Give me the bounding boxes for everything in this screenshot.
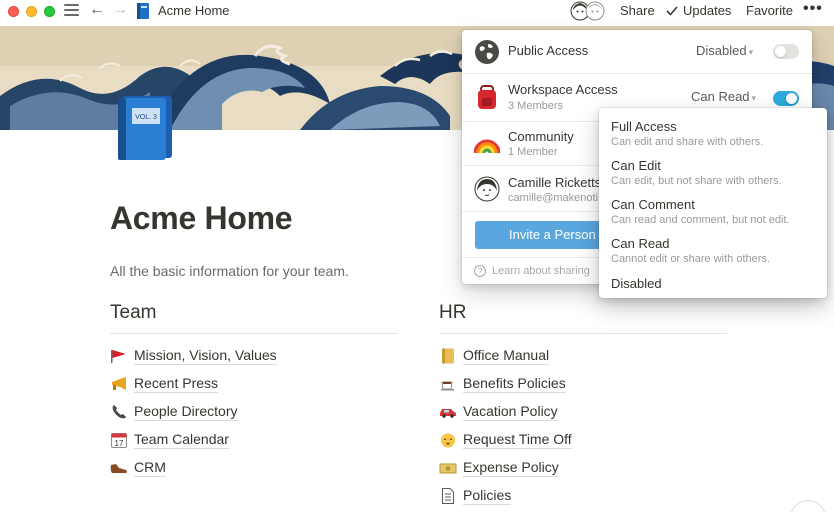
permission-option-description: Can edit, but not share with others.: [611, 175, 782, 187]
sidebar-menu-icon[interactable]: [64, 4, 79, 17]
permission-option-description: Cannot edit or share with others.: [611, 253, 770, 265]
page-link-label[interactable]: People Directory: [134, 403, 238, 421]
breadcrumb-title[interactable]: Acme Home: [158, 3, 230, 18]
hr-column: HR Office Manual Benefits Policies Vacat…: [439, 302, 729, 510]
permission-option-title: Can Edit: [611, 158, 661, 173]
permission-option-can-edit[interactable]: Can Edit Can edit, but not share with ot…: [611, 158, 821, 187]
list-item[interactable]: Expense Policy: [439, 454, 729, 482]
calendar-icon: 17: [110, 431, 128, 449]
favorite-button[interactable]: Favorite: [746, 3, 793, 18]
list-item[interactable]: Mission, Vision, Values: [110, 342, 400, 370]
car-icon: [439, 403, 457, 421]
permission-dropdown-menu: Full Access Can edit and share with othe…: [599, 108, 827, 298]
page-link-label[interactable]: Request Time Off: [463, 431, 572, 449]
public-access-label: Public Access: [508, 43, 589, 58]
public-access-value: Disabled: [696, 43, 747, 58]
help-floating-button[interactable]: [790, 500, 826, 512]
team-column: Team Mission, Vision, Values Recent Pres…: [110, 302, 400, 482]
globe-icon: [475, 40, 499, 64]
permission-option-can-comment[interactable]: Can Comment Can read and comment, but no…: [611, 197, 821, 226]
team-heading[interactable]: Team: [110, 302, 398, 334]
permission-option-title: Disabled: [611, 276, 662, 291]
money-icon: [439, 459, 457, 477]
workspace-members-count: 3 Members: [508, 100, 564, 112]
public-access-row[interactable]: Public Access Disabled ▾: [462, 30, 812, 74]
learn-about-sharing-label: Learn about sharing: [492, 265, 590, 277]
page-link-label[interactable]: CRM: [134, 459, 166, 477]
community-label: Community: [508, 129, 574, 144]
list-item[interactable]: People Directory: [110, 398, 400, 426]
list-item[interactable]: Policies: [439, 482, 729, 510]
forward-arrow-icon[interactable]: →: [112, 1, 128, 19]
chevron-down-icon: ▾: [748, 47, 754, 57]
list-item[interactable]: Vacation Policy: [439, 398, 729, 426]
page-link-label[interactable]: Expense Policy: [463, 459, 559, 477]
backpack-icon: [478, 85, 496, 109]
book-label-text: VOL. 3: [135, 114, 157, 121]
list-item[interactable]: Recent Press: [110, 370, 400, 398]
document-icon: [439, 487, 457, 505]
page-link-label[interactable]: Benefits Policies: [463, 375, 566, 393]
workspace-access-toggle[interactable]: [773, 91, 799, 106]
page-title[interactable]: Acme Home: [110, 200, 293, 237]
permission-option-title: Can Read: [611, 236, 670, 251]
page-link-label[interactable]: Policies: [463, 487, 512, 505]
member-name: Camille Ricketts: [508, 175, 602, 190]
public-access-dropdown[interactable]: Disabled ▾: [696, 43, 753, 58]
page-description[interactable]: All the basic information for your team.: [110, 263, 349, 279]
permission-option-title: Can Comment: [611, 197, 695, 212]
rainbow-icon: [474, 139, 500, 154]
top-bar: ← → Acme Home Share Updates Favorite •••: [0, 0, 834, 22]
page-link-label[interactable]: Office Manual: [463, 347, 550, 365]
page-link-label[interactable]: Team Calendar: [134, 431, 229, 449]
shoe-icon: [110, 459, 128, 477]
calendar-day-number: 17: [115, 439, 124, 448]
workspace-access-value: Can Read: [691, 89, 750, 104]
checkmark-icon: [666, 5, 678, 16]
back-arrow-icon[interactable]: ←: [89, 1, 105, 19]
page-link-label[interactable]: Recent Press: [134, 375, 219, 393]
notebook-icon: [439, 347, 457, 365]
member-email: camille@makenoti: [508, 192, 599, 204]
updates-label: Updates: [683, 3, 732, 18]
chevron-down-icon: ▾: [751, 93, 757, 103]
list-item[interactable]: Office Manual: [439, 342, 729, 370]
permission-option-description: Can edit and share with others.: [611, 136, 764, 148]
breadcrumb-book-icon: [137, 3, 149, 19]
updates-button[interactable]: Updates: [666, 3, 731, 18]
maximize-window-button[interactable]: [44, 6, 55, 17]
sleepy-face-icon: [439, 431, 457, 449]
workspace-access-dropdown[interactable]: Can Read ▾: [691, 89, 756, 104]
minimize-window-button[interactable]: [26, 6, 37, 17]
more-options-icon[interactable]: •••: [803, 0, 823, 18]
collaborator-avatars[interactable]: [570, 1, 606, 21]
list-item[interactable]: 17 Team Calendar: [110, 426, 400, 454]
share-button[interactable]: Share: [620, 3, 655, 18]
avatar: [474, 176, 500, 202]
community-members-count: 1 Member: [508, 146, 558, 158]
red-flag-icon: [110, 347, 128, 365]
close-window-button[interactable]: [8, 6, 19, 17]
help-icon: ?: [474, 265, 486, 277]
page-link-label[interactable]: Mission, Vision, Values: [134, 347, 277, 365]
page-link-label[interactable]: Vacation Policy: [463, 403, 558, 421]
coffee-icon: [439, 375, 457, 393]
list-item[interactable]: CRM: [110, 454, 400, 482]
permission-option-disabled[interactable]: Disabled: [611, 276, 821, 291]
permission-option-description: Can read and comment, but not edit.: [611, 214, 790, 226]
megaphone-icon: [110, 375, 128, 393]
workspace-access-label: Workspace Access: [508, 82, 618, 97]
list-item[interactable]: Request Time Off: [439, 426, 729, 454]
permission-option-can-read[interactable]: Can Read Cannot edit or share with other…: [611, 236, 821, 265]
permission-option-title: Full Access: [611, 119, 677, 134]
hr-heading[interactable]: HR: [439, 302, 727, 334]
telephone-icon: [110, 403, 128, 421]
page-icon-blue-book[interactable]: VOL. 3: [116, 94, 174, 162]
public-access-toggle[interactable]: [773, 44, 799, 59]
list-item[interactable]: Benefits Policies: [439, 370, 729, 398]
permission-option-full-access[interactable]: Full Access Can edit and share with othe…: [611, 119, 821, 148]
